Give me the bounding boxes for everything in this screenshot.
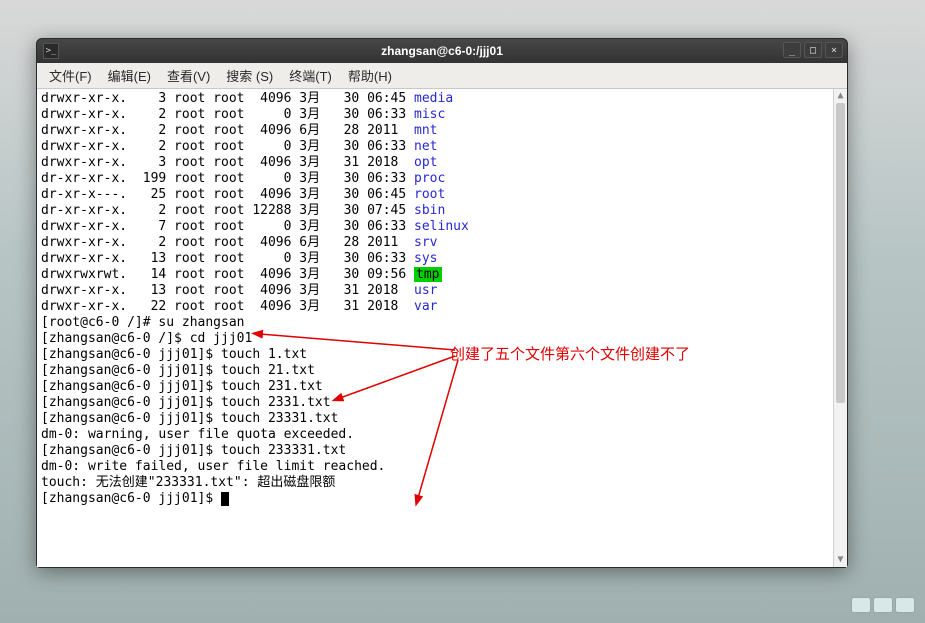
error-line: dm-0: write failed, user file limit reac… (41, 459, 843, 475)
menu-view[interactable]: 查看(V) (159, 63, 218, 88)
shell-line: [zhangsan@c6-0 jjj01]$ touch 231.txt (41, 379, 843, 395)
menubar: 文件(F) 编辑(E) 查看(V) 搜索 (S) 终端(T) 帮助(H) (37, 63, 847, 89)
dir-name: media (414, 91, 453, 106)
menu-help[interactable]: 帮助(H) (340, 63, 400, 88)
dir-name: usr (414, 283, 437, 298)
dir-name: var (414, 299, 437, 314)
dir-name: selinux (414, 219, 469, 234)
tray-icon[interactable] (895, 597, 915, 613)
error-line: touch: 无法创建"233331.txt": 超出磁盘限额 (41, 475, 843, 491)
dir-tmp: tmp (414, 267, 441, 282)
scroll-thumb[interactable] (836, 103, 845, 403)
dir-name: srv (414, 235, 437, 250)
menu-terminal[interactable]: 终端(T) (281, 63, 340, 88)
ls-row: drwxr-xr-x. 3 root root 4096 3月 30 06:45… (41, 91, 843, 107)
dir-name: misc (414, 107, 445, 122)
ls-row: drwxr-xr-x. 22 root root 4096 3月 31 2018… (41, 299, 843, 315)
scroll-up-icon[interactable]: ▲ (834, 89, 847, 103)
warning-line: dm-0: warning, user file quota exceeded. (41, 427, 843, 443)
menu-edit[interactable]: 编辑(E) (100, 63, 159, 88)
dir-name: proc (414, 171, 445, 186)
titlebar[interactable]: >_ zhangsan@c6-0:/jjj01 _ □ × (37, 39, 847, 63)
ls-row: drwxr-xr-x. 3 root root 4096 3月 31 2018 … (41, 155, 843, 171)
system-tray (851, 597, 915, 613)
terminal-icon: >_ (43, 43, 59, 59)
ls-row: drwxr-xr-x. 7 root root 0 3月 30 06:33 se… (41, 219, 843, 235)
window-title: zhangsan@c6-0:/jjj01 (37, 44, 847, 58)
shell-line: [zhangsan@c6-0 /]$ cd jjj01 (41, 331, 843, 347)
maximize-button[interactable]: □ (804, 42, 822, 58)
prompt-line: [zhangsan@c6-0 jjj01]$ (41, 491, 843, 507)
menu-file[interactable]: 文件(F) (41, 63, 100, 88)
menu-search[interactable]: 搜索 (S) (218, 63, 281, 88)
close-button[interactable]: × (825, 42, 843, 58)
shell-line: [zhangsan@c6-0 jjj01]$ touch 21.txt (41, 363, 843, 379)
ls-row: drwxr-xr-x. 13 root root 4096 3月 31 2018… (41, 283, 843, 299)
ls-row: dr-xr-xr-x. 199 root root 0 3月 30 06:33 … (41, 171, 843, 187)
minimize-button[interactable]: _ (783, 42, 801, 58)
dir-name: sys (414, 251, 437, 266)
shell-line: [root@c6-0 /]# su zhangsan (41, 315, 843, 331)
ls-row: dr-xr-xr-x. 2 root root 12288 3月 30 07:4… (41, 203, 843, 219)
dir-name: sbin (414, 203, 445, 218)
scroll-down-icon[interactable]: ▼ (834, 553, 847, 567)
ls-row: drwxr-xr-x. 2 root root 4096 6月 28 2011 … (41, 123, 843, 139)
terminal-window: >_ zhangsan@c6-0:/jjj01 _ □ × 文件(F) 编辑(E… (36, 38, 848, 568)
cursor (221, 492, 229, 506)
ls-row: drwxr-xr-x. 13 root root 0 3月 30 06:33 s… (41, 251, 843, 267)
ls-row: drwxr-xr-x. 2 root root 0 3月 30 06:33 mi… (41, 107, 843, 123)
terminal-output[interactable]: drwxr-xr-x. 3 root root 4096 3月 30 06:45… (37, 89, 847, 567)
dir-name: net (414, 139, 437, 154)
ls-row: drwxr-xr-x. 2 root root 4096 6月 28 2011 … (41, 235, 843, 251)
tray-icon[interactable] (873, 597, 893, 613)
dir-name: mnt (414, 123, 437, 138)
window-controls: _ □ × (783, 42, 843, 58)
tray-icon[interactable] (851, 597, 871, 613)
ls-row: dr-xr-x---. 25 root root 4096 3月 30 06:4… (41, 187, 843, 203)
ls-row: drwxrwxrwt. 14 root root 4096 3月 30 09:5… (41, 267, 843, 283)
shell-line: [zhangsan@c6-0 jjj01]$ touch 233331.txt (41, 443, 843, 459)
ls-row: drwxr-xr-x. 2 root root 0 3月 30 06:33 ne… (41, 139, 843, 155)
shell-line: [zhangsan@c6-0 jjj01]$ touch 2331.txt (41, 395, 843, 411)
dir-name: opt (414, 155, 437, 170)
scrollbar[interactable]: ▲▼ (833, 89, 847, 567)
shell-line: [zhangsan@c6-0 jjj01]$ touch 1.txt (41, 347, 843, 363)
shell-line: [zhangsan@c6-0 jjj01]$ touch 23331.txt (41, 411, 843, 427)
dir-name: root (414, 187, 445, 202)
